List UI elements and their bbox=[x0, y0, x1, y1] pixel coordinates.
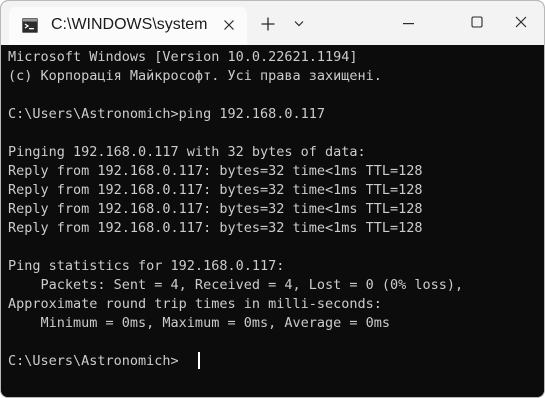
chevron-down-icon[interactable] bbox=[294, 20, 304, 28]
console-line: Ping statistics for 192.168.0.117: bbox=[8, 258, 285, 274]
terminal-window: C:\WINDOWS\system Microsoft Windows [Ver… bbox=[0, 0, 545, 398]
console-line: Reply from 192.168.0.117: bytes=32 time<… bbox=[8, 220, 423, 236]
console-output[interactable]: Microsoft Windows [Version 10.0.22621.11… bbox=[1, 45, 544, 397]
plus-icon[interactable] bbox=[261, 17, 275, 31]
console-line: Pinging 192.168.0.117 with 32 bytes of d… bbox=[8, 144, 366, 160]
tab-cmd[interactable]: C:\WINDOWS\system bbox=[9, 7, 247, 45]
console-line: Approximate round trip times in milli-se… bbox=[8, 296, 382, 312]
close-icon[interactable] bbox=[515, 16, 527, 28]
minimize-icon[interactable] bbox=[403, 23, 414, 25]
text-cursor bbox=[198, 352, 200, 369]
console-line: Packets: Sent = 4, Received = 4, Lost = … bbox=[8, 277, 464, 293]
maximize-icon[interactable] bbox=[471, 16, 483, 28]
console-line: (c) Корпорація Майкрософт. Усі права зах… bbox=[8, 68, 382, 84]
cmd-terminal-icon bbox=[22, 18, 38, 33]
close-tab-icon[interactable] bbox=[223, 19, 235, 31]
console-line: Microsoft Windows [Version 10.0.22621.11… bbox=[8, 49, 358, 65]
console-line: Reply from 192.168.0.117: bytes=32 time<… bbox=[8, 163, 423, 179]
title-bar[interactable]: C:\WINDOWS\system bbox=[1, 1, 544, 45]
console-line: Minimum = 0ms, Maximum = 0ms, Average = … bbox=[8, 315, 391, 331]
prompt-line: C:\Users\Astronomich> bbox=[8, 353, 179, 369]
console-line: Reply from 192.168.0.117: bytes=32 time<… bbox=[8, 201, 423, 217]
tab-title: C:\WINDOWS\system bbox=[51, 16, 208, 33]
console-line: C:\Users\Astronomich>ping 192.168.0.117 bbox=[8, 106, 325, 122]
console-line: Reply from 192.168.0.117: bytes=32 time<… bbox=[8, 182, 423, 198]
